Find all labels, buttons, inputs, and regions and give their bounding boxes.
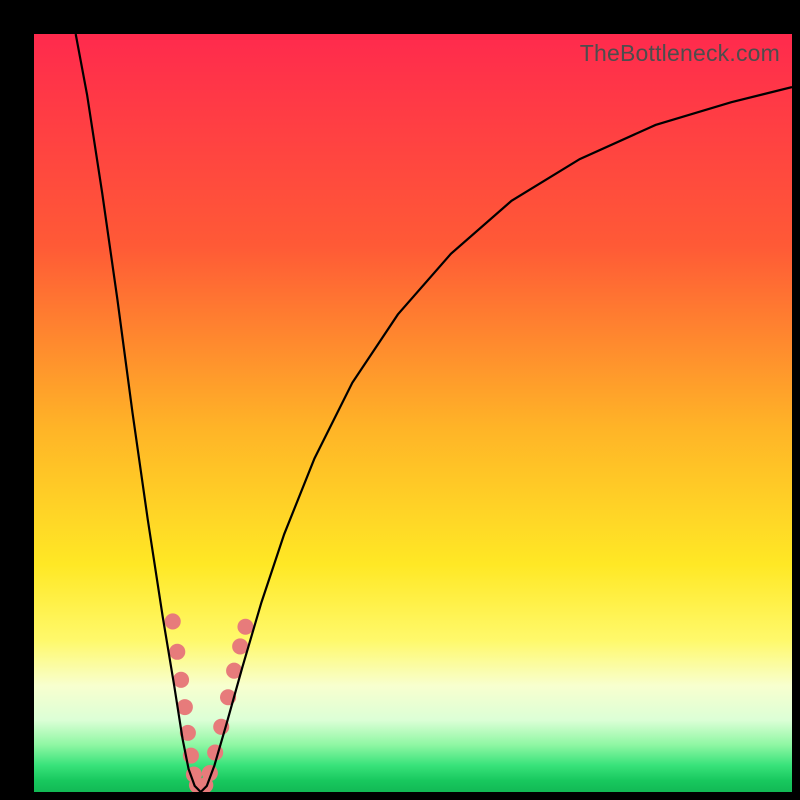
bottleneck-curve-right [201, 87, 792, 792]
plot-area: TheBottleneck.com [34, 34, 792, 792]
marker-point [173, 672, 189, 688]
chart-frame: TheBottleneck.com [0, 0, 800, 800]
marker-group [165, 613, 254, 792]
marker-point [237, 619, 253, 635]
curves-layer [34, 34, 792, 792]
marker-point [169, 644, 185, 660]
marker-point [165, 613, 181, 629]
